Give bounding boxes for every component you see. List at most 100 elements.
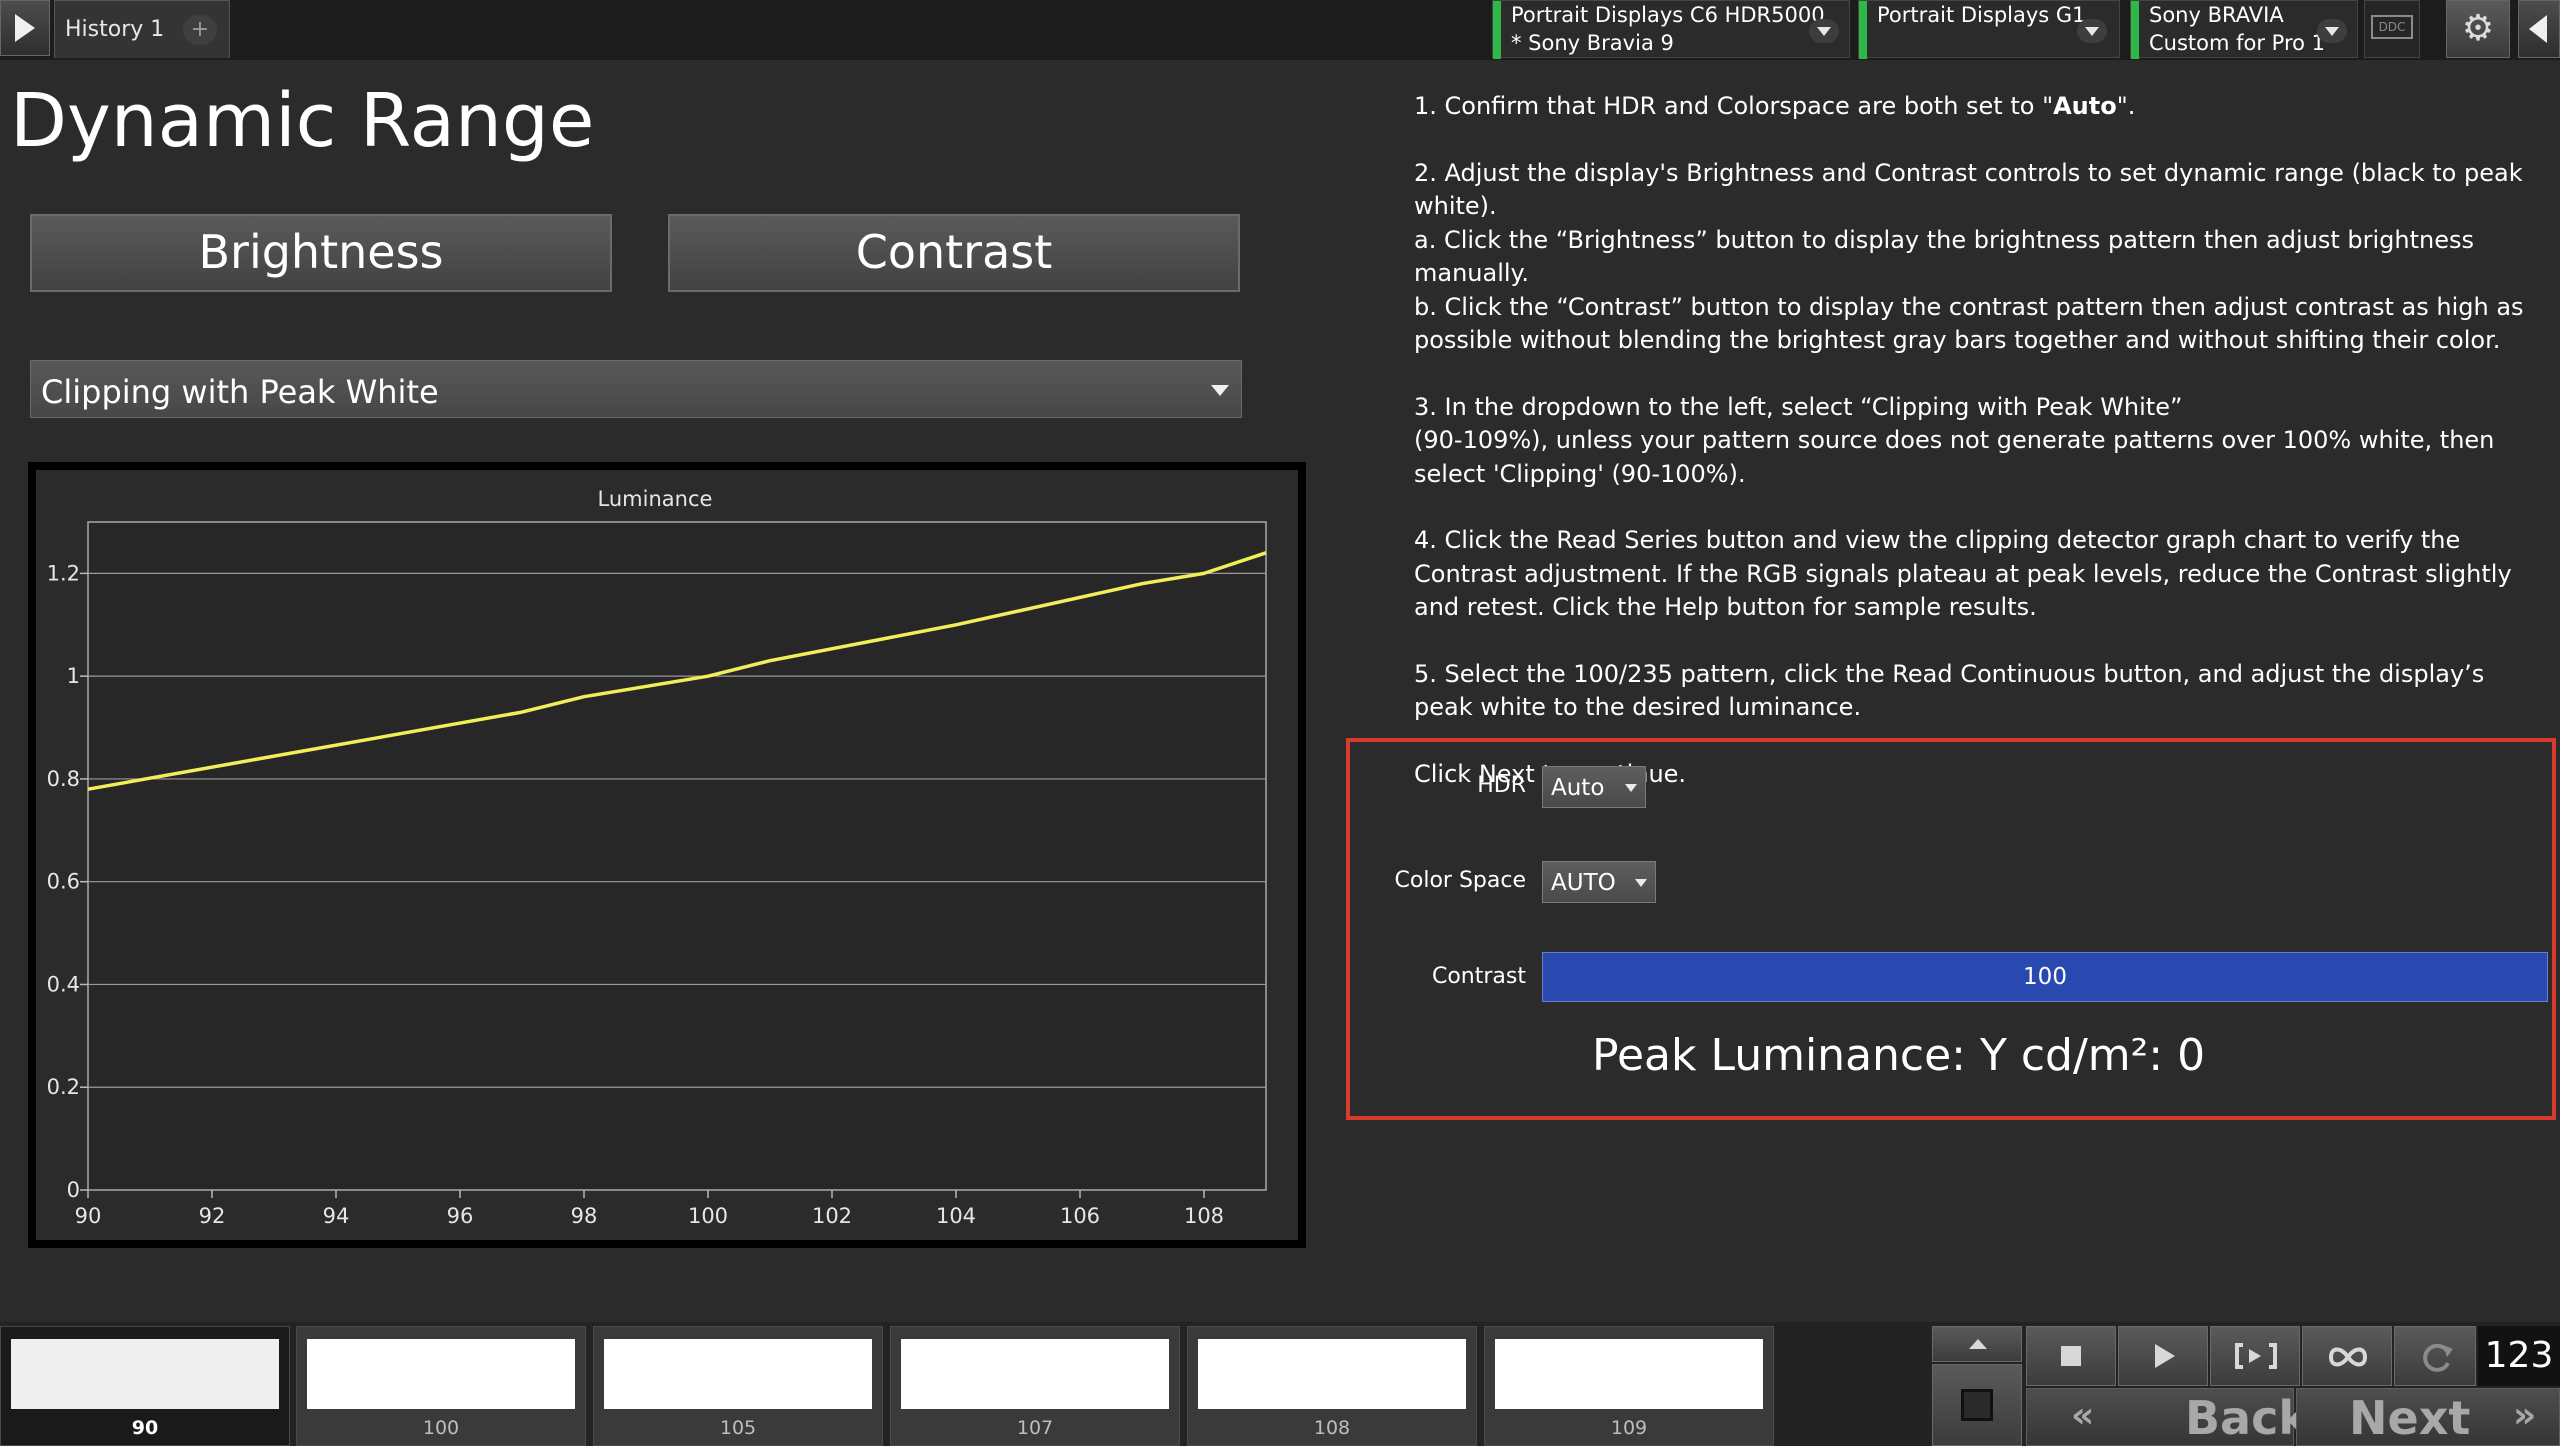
pattern-swatch-90[interactable]: 90: [0, 1326, 290, 1446]
contrast-button[interactable]: Contrast: [668, 214, 1240, 292]
plot-area: [87, 521, 1267, 1191]
swatch-label: 90: [131, 1417, 159, 1439]
refresh-icon: [2423, 1343, 2453, 1372]
infinity-icon: [2328, 1347, 2368, 1367]
pattern-dropdown[interactable]: Clipping with Peak White: [30, 360, 1242, 418]
hdr-dropdown[interactable]: Auto: [1542, 766, 1646, 808]
chevron-down-icon: [1635, 879, 1647, 887]
pattern-counter: 123: [2478, 1326, 2560, 1386]
chevron-left-icon: [2529, 15, 2547, 43]
meter-profile: * Sony Bravia 9: [1511, 31, 1674, 55]
chevron-down-icon[interactable]: [2077, 19, 2107, 43]
stop-measurement-button[interactable]: [1932, 1364, 2022, 1446]
scroll-up-button[interactable]: [1932, 1326, 2022, 1362]
swatch-preview: [901, 1339, 1169, 1409]
read-once-button[interactable]: [2118, 1326, 2208, 1386]
stop-button[interactable]: [2026, 1326, 2116, 1386]
x-tick-label: 100: [688, 1204, 728, 1228]
ddc-icon: DDC: [2371, 15, 2413, 39]
read-series-icon: [2235, 1343, 2277, 1369]
hdr-label: HDR: [1477, 773, 1526, 798]
chevron-up-icon: [1969, 1339, 1987, 1349]
color-space-dropdown[interactable]: AUTO: [1542, 861, 1656, 903]
pattern-generator-selector[interactable]: Portrait Displays G1: [1858, 0, 2120, 59]
tab-history-1[interactable]: History 1 +: [54, 0, 230, 58]
contrast-setting-label: Contrast: [1431, 964, 1526, 989]
swatch-preview: [1495, 1339, 1763, 1409]
y-tick-label: 0.8: [47, 767, 80, 791]
y-tick-label: 1: [67, 664, 80, 688]
history-tab-label: History 1: [65, 17, 165, 42]
swatch-label: 107: [1016, 1417, 1054, 1439]
refresh-button[interactable]: [2394, 1326, 2476, 1386]
meter-name: Portrait Displays C6 HDR5000: [1511, 3, 1825, 27]
hdr-value: Auto: [1551, 775, 1605, 801]
swatch-preview: [307, 1339, 575, 1409]
add-tab-button[interactable]: +: [183, 15, 217, 45]
back-label: Back: [2185, 1391, 2309, 1445]
x-tick-label: 104: [936, 1204, 976, 1228]
luminance-chart: 0 0.2 0.4 0.6 0.8 1 1.2 90 92 94 96 98 100 102 104 106…: [28, 462, 1306, 1248]
swatch-label: 100: [422, 1417, 460, 1439]
back-button[interactable]: « Back: [2026, 1388, 2309, 1446]
read-series-button[interactable]: [2210, 1326, 2300, 1386]
color-space-value: AUTO: [1551, 870, 1616, 896]
page-title: Dynamic Range: [10, 78, 595, 164]
next-button[interactable]: Next »: [2296, 1388, 2560, 1446]
stop-icon: [1961, 1389, 1993, 1421]
collapse-panel-button[interactable]: [2518, 0, 2560, 58]
expand-panel-button[interactable]: [0, 0, 50, 56]
play-icon: [15, 14, 35, 42]
color-space-label: Color Space: [1394, 868, 1526, 893]
y-tick-label: 0: [67, 1178, 80, 1202]
swatch-label: 109: [1610, 1417, 1648, 1439]
instruction-step-2a: a. Click the “Brightness” button to disp…: [1414, 225, 2475, 288]
double-chevron-right-icon: »: [2513, 1395, 2537, 1436]
step-1-text: 1. Confirm that HDR and Colorspace are b…: [1414, 92, 2054, 120]
y-tick-label: 0.6: [47, 870, 80, 894]
pattern-swatch-108[interactable]: 108: [1187, 1326, 1477, 1446]
status-indicator: [1859, 1, 1867, 59]
y-tick-label: 1.2: [47, 561, 80, 585]
swatch-label: 105: [719, 1417, 757, 1439]
display-profile: Custom for Pro 1: [2149, 31, 2326, 55]
instruction-step-3b: (90-109%), unless your pattern source do…: [1414, 426, 2495, 488]
peak-luminance-readout: Peak Luminance: Y cd/m²: 0: [1592, 1030, 2206, 1081]
pattern-swatch-109[interactable]: 109: [1484, 1326, 1774, 1446]
settings-button[interactable]: ⚙: [2446, 0, 2510, 58]
display-selector[interactable]: Sony BRAVIA Custom for Pro 1: [2130, 0, 2358, 59]
meter-selector[interactable]: Portrait Displays C6 HDR5000 * Sony Brav…: [1492, 0, 1850, 59]
x-tick-label: 92: [199, 1204, 226, 1228]
pattern-swatch-107[interactable]: 107: [890, 1326, 1180, 1446]
read-continuous-button[interactable]: [2302, 1326, 2392, 1386]
pattern-dropdown-value: Clipping with Peak White: [41, 373, 439, 411]
x-tick-label: 108: [1184, 1204, 1224, 1228]
x-tick-label: 94: [323, 1204, 350, 1228]
instruction-step-3a: 3. In the dropdown to the left, select “…: [1414, 392, 2183, 421]
brightness-button[interactable]: Brightness: [30, 214, 612, 292]
contrast-slider[interactable]: 100: [1542, 952, 2548, 1002]
chevron-down-icon[interactable]: [1809, 19, 1839, 43]
y-tick-label: 0.2: [47, 1075, 80, 1099]
x-tick-label: 98: [571, 1204, 598, 1228]
chart-canvas: 0 0.2 0.4 0.6 0.8 1 1.2 90 92 94 96 98 100 102 104 106…: [28, 462, 1306, 1248]
step-1-emphasis: Auto: [2053, 92, 2117, 120]
stop-icon: [2061, 1346, 2081, 1366]
status-indicator: [1493, 1, 1501, 59]
y-tick-label: 0.4: [47, 972, 80, 996]
instruction-step-2: 2. Adjust the display's Brightness and C…: [1414, 158, 2523, 221]
pattern-swatch-105[interactable]: 105: [593, 1326, 883, 1446]
play-icon: [2155, 1344, 2175, 1368]
instruction-step-5: 5. Select the 100/235 pattern, click the…: [1414, 659, 2485, 722]
gear-icon: ⚙: [2461, 8, 2495, 49]
pattern-swatch-100[interactable]: 100: [296, 1326, 586, 1446]
swatch-preview: [604, 1339, 872, 1409]
x-tick-label: 96: [447, 1204, 474, 1228]
status-indicator: [2131, 1, 2139, 59]
ddc-button[interactable]: DDC: [2364, 0, 2420, 58]
swatch-preview: [1198, 1339, 1466, 1409]
x-tick-label: 106: [1060, 1204, 1100, 1228]
swatch-label: 108: [1313, 1417, 1351, 1439]
instruction-step-4: 4. Click the Read Series button and view…: [1414, 526, 2512, 621]
chevron-down-icon[interactable]: [2317, 19, 2347, 43]
